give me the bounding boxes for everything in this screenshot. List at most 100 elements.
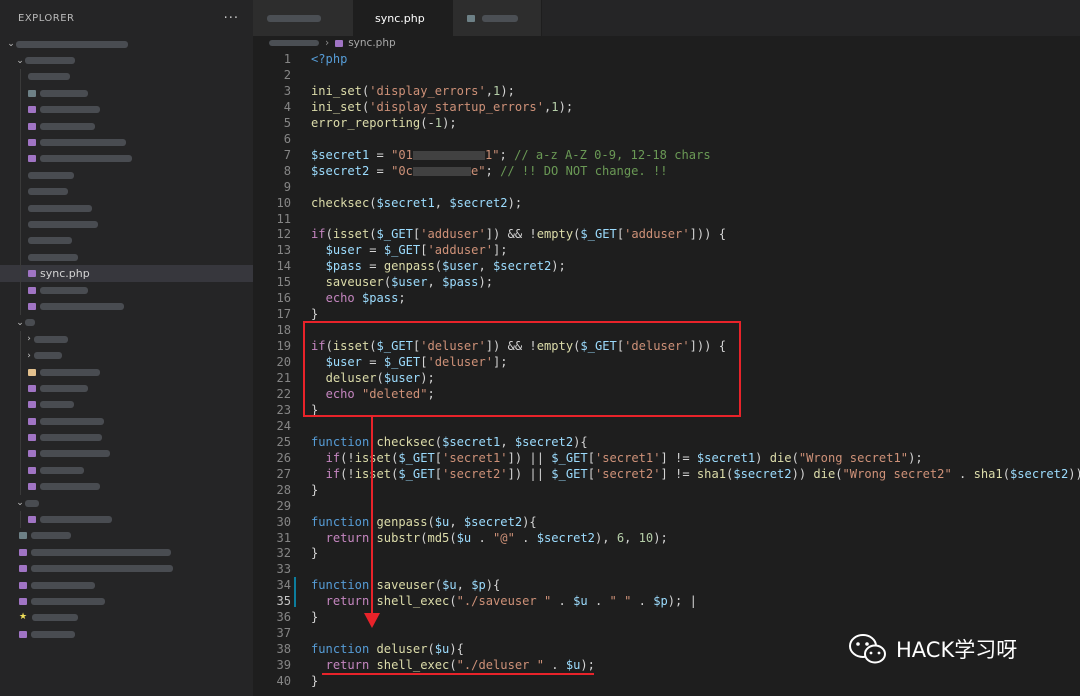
code-token: "01	[391, 147, 413, 162]
breadcrumb-file[interactable]: sync.php	[348, 37, 395, 49]
code-text: $secret2 = "0c e"; // !! DO NOT change. !…	[311, 163, 668, 179]
indent-guide	[20, 232, 21, 250]
chevron-right-icon[interactable]: ›	[24, 351, 34, 361]
code-token: die	[769, 450, 792, 465]
code-line[interactable]: 8 $secret2 = "0c e"; // !! DO NOT change. …	[253, 163, 1080, 179]
indent-guide	[20, 380, 21, 397]
tree-file[interactable]	[0, 478, 253, 495]
redacted-filename	[28, 253, 78, 261]
tree-file[interactable]	[0, 85, 253, 102]
code-line[interactable]: 5 error_reporting(-1);	[253, 115, 1080, 131]
tree-file[interactable]	[0, 445, 253, 463]
code-line[interactable]: 3 ini_set('display_errors',1);	[253, 83, 1080, 99]
tree-file[interactable]	[0, 380, 253, 397]
code-line[interactable]: 15 saveuser($user, $pass);	[253, 274, 1080, 290]
tree-file[interactable]	[0, 363, 253, 381]
tree-file[interactable]	[0, 117, 253, 135]
tree-file[interactable]	[0, 183, 253, 200]
chevron-down-icon[interactable]: ⌄	[15, 498, 25, 508]
chevron-down-icon[interactable]: ⌄	[15, 56, 25, 66]
tree-file[interactable]	[0, 544, 253, 560]
code-line[interactable]: 4 ini_set('display_startup_errors',1);	[253, 99, 1080, 115]
redacted-filename	[28, 73, 70, 81]
code-line[interactable]: 6	[253, 131, 1080, 147]
tree-file[interactable]	[0, 561, 253, 577]
code-token: $secret2	[1010, 466, 1069, 481]
tree-file[interactable]: ★	[0, 610, 253, 626]
code-line[interactable]: 2	[253, 67, 1080, 83]
tree-file[interactable]	[0, 216, 253, 233]
indent-guide	[20, 511, 21, 528]
chevron-down-icon[interactable]: ⌄	[6, 39, 16, 49]
code-line[interactable]: 40}	[253, 673, 1080, 689]
code-token: 1	[434, 115, 443, 130]
code-line[interactable]: 7 $secret1 = "01 1"; // a-z A-Z 0-9, 12-18…	[253, 147, 1080, 163]
code-token: ])) {	[689, 227, 727, 242]
code-line[interactable]: 17}	[253, 306, 1080, 322]
code-token: $u	[434, 642, 450, 657]
chevron-right-icon[interactable]: ›	[24, 334, 34, 344]
code-token: }	[311, 674, 319, 689]
tab-sync-php[interactable]: sync.php	[354, 0, 453, 36]
tree-file[interactable]	[0, 150, 253, 168]
tree-file[interactable]	[0, 412, 253, 430]
tree-file[interactable]	[0, 462, 253, 479]
code-token: $_GET	[398, 466, 435, 481]
tab-redacted-2[interactable]	[453, 0, 542, 36]
tree-file[interactable]	[0, 429, 253, 446]
code-line[interactable]: 16 echo $pass;	[253, 290, 1080, 306]
tree-file[interactable]	[0, 199, 253, 217]
code-token: 'secret2'	[594, 466, 661, 481]
tree-file[interactable]	[0, 232, 253, 250]
tree-file[interactable]	[0, 167, 253, 184]
tree-file[interactable]	[0, 281, 253, 299]
code-token: $secret2	[463, 514, 523, 529]
tree-file[interactable]	[0, 68, 253, 86]
tree-folder[interactable]: ⌄	[0, 36, 253, 52]
tree-file[interactable]	[0, 511, 253, 528]
ellipsis-icon[interactable]: ···	[224, 11, 239, 26]
tree-folder[interactable]: ›	[0, 347, 253, 364]
code-line[interactable]: 11	[253, 211, 1080, 227]
code-token: sha1	[696, 466, 727, 481]
tree-folder[interactable]: ›	[0, 331, 253, 348]
tree-file[interactable]	[0, 577, 253, 593]
tree-folder[interactable]: ⌄	[0, 315, 253, 331]
tree-file[interactable]	[0, 298, 253, 315]
breadcrumb: › sync.php	[253, 36, 1080, 50]
tree-file[interactable]	[0, 528, 253, 544]
tree-file[interactable]	[0, 593, 253, 609]
tree-file[interactable]	[0, 134, 253, 151]
tree-file[interactable]	[0, 396, 253, 413]
code-text: ini_set('display_errors',1);	[311, 83, 515, 99]
line-number: 14	[276, 259, 291, 274]
code-token: [	[434, 450, 443, 465]
redacted-filename	[28, 188, 68, 196]
line-number: 29	[276, 498, 291, 513]
code-line[interactable]: 9	[253, 179, 1080, 195]
code-line[interactable]: 12 if(isset($_GET['adduser']) && !empty($…	[253, 226, 1080, 242]
code-text: function genpass($u, $secret2){	[311, 514, 537, 530]
code-token: );	[653, 530, 668, 545]
tree-file[interactable]	[0, 101, 253, 118]
line-number: 9	[283, 179, 291, 194]
code-line[interactable]: 14 $pass = genpass($user, $secret2);	[253, 258, 1080, 274]
tree-folder[interactable]: ⌄	[0, 52, 253, 68]
tree-item-active-file[interactable]: sync.php	[0, 265, 253, 282]
code-line[interactable]: 1 <?php	[253, 51, 1080, 67]
code-token: 'display_errors'	[369, 83, 486, 98]
code-line[interactable]: 13 $user = $_GET['adduser'];	[253, 242, 1080, 258]
code-line[interactable]: 10 checksec($secret1, $secret2);	[253, 195, 1080, 211]
code-token: ){	[449, 642, 464, 657]
indent-guide	[20, 429, 21, 446]
tree-folder[interactable]: ⌄	[0, 495, 253, 511]
chevron-down-icon[interactable]: ⌄	[15, 318, 25, 328]
tab-redacted-1[interactable]	[253, 0, 354, 36]
code-text: <?php	[311, 51, 347, 67]
code-token: ){	[522, 514, 537, 529]
tree-file[interactable]	[0, 249, 253, 266]
breadcrumb-folder-redacted[interactable]	[269, 40, 319, 46]
line-number: 37	[276, 626, 291, 641]
tree-file[interactable]	[0, 626, 253, 642]
